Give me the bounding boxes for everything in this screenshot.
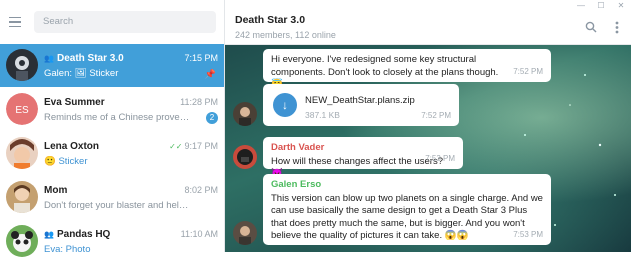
chat-preview: Eva: Photo [44, 244, 91, 255]
chat-preview: 🙂 Sticker [44, 156, 88, 167]
chat-time: 8:02 PM [184, 185, 218, 195]
avatar [6, 49, 38, 81]
maximize-icon[interactable]: ☐ [591, 0, 611, 10]
search-input[interactable]: Search [34, 11, 216, 33]
message-bubble: Hi everyone. I've redesigned some key st… [263, 49, 551, 90]
avatar-initials: ES [15, 105, 29, 116]
file-message[interactable]: ↓ NEW_DeathStar.plans.zip 387.1 KB 7:52 … [263, 84, 459, 126]
sender-name-galen[interactable]: Galen Erso [271, 179, 543, 192]
message-time: 7:52 PM [513, 66, 543, 76]
chat-name: Mom [44, 185, 68, 196]
window-controls: — ☐ ✕ [571, 0, 631, 10]
avatar [6, 137, 38, 169]
close-icon[interactable]: ✕ [611, 0, 631, 10]
sticker-icon: 🖼 [74, 68, 90, 79]
avatar [6, 225, 38, 257]
chat-name: Lena Oxton [44, 141, 100, 152]
pin-icon: 📌 [204, 69, 216, 79]
message-time: 7:53 PM [513, 229, 543, 239]
sidebar: Search 👥 Death Star 3.0 7:15 PM Galen: 🖼 … [0, 0, 225, 257]
chat-preview: Reminds me of a Chinese prove… [44, 112, 190, 123]
file-size: 387.1 KB [305, 110, 340, 120]
chat-time: 11:28 PM [180, 97, 218, 107]
chat-preview: Galen: 🖼 Sticker [44, 68, 119, 79]
sender-avatar[interactable] [233, 221, 257, 245]
chat-item-death-star[interactable]: 👥 Death Star 3.0 7:15 PM Galen: 🖼 Sticker… [0, 44, 224, 87]
sender-avatar[interactable] [233, 102, 257, 126]
download-icon[interactable]: ↓ [273, 93, 297, 117]
hamburger-menu-icon[interactable] [0, 16, 30, 28]
chat-subtitle: 242 members, 112 online [235, 30, 336, 40]
minimize-icon[interactable]: — [571, 0, 591, 10]
chat-item-pandas-hq[interactable]: 👥 Pandas HQ 11:10 AM Eva: Photo [0, 220, 224, 263]
group-icon: 👥 [44, 230, 54, 239]
message-text: This version can blow up two planets on … [271, 192, 543, 242]
avatar: ES [6, 93, 38, 125]
sidebar-header: Search [0, 0, 224, 44]
chat-name: 👥 Pandas HQ [44, 229, 111, 240]
avatar [6, 181, 38, 213]
chat-item-lena-oxton[interactable]: Lena Oxton ✓✓ 9:17 PM 🙂 Sticker [0, 132, 224, 175]
message-time: 7:52 PM [421, 110, 451, 120]
chat-preview: Don't forget your blaster and helmet [44, 200, 194, 211]
search-icon[interactable] [585, 21, 597, 36]
file-name: NEW_DeathStar.plans.zip [305, 95, 415, 106]
chat-time: 11:10 AM [180, 229, 218, 239]
message-time: 7:53 PM [425, 153, 455, 163]
chat-name: 👥 Death Star 3.0 [44, 53, 124, 64]
message-bubble: Darth Vader How will these changes affec… [263, 137, 463, 179]
group-icon: 👥 [44, 54, 54, 63]
chat-item-mom[interactable]: Mom 8:02 PM Don't forget your blaster an… [0, 176, 224, 219]
sticker-icon: 🙂 [44, 156, 59, 167]
message-bubble: Galen Erso This version can blow up two … [263, 174, 551, 245]
chat-title[interactable]: Death Star 3.0 [235, 14, 305, 26]
message-area: Hi everyone. I've redesigned some key st… [225, 45, 631, 252]
chat-time: 7:15 PM [184, 53, 218, 63]
chat-item-eva-summer[interactable]: ES Eva Summer 11:28 PM Reminds me of a C… [0, 88, 224, 131]
read-ticks-icon: ✓✓ [169, 142, 183, 151]
sender-avatar[interactable] [233, 145, 257, 169]
chat-name: Eva Summer [44, 97, 105, 108]
more-vertical-icon[interactable] [615, 21, 619, 37]
chat-time: ✓✓ 9:17 PM [169, 141, 218, 151]
unread-badge: 2 [206, 112, 218, 124]
